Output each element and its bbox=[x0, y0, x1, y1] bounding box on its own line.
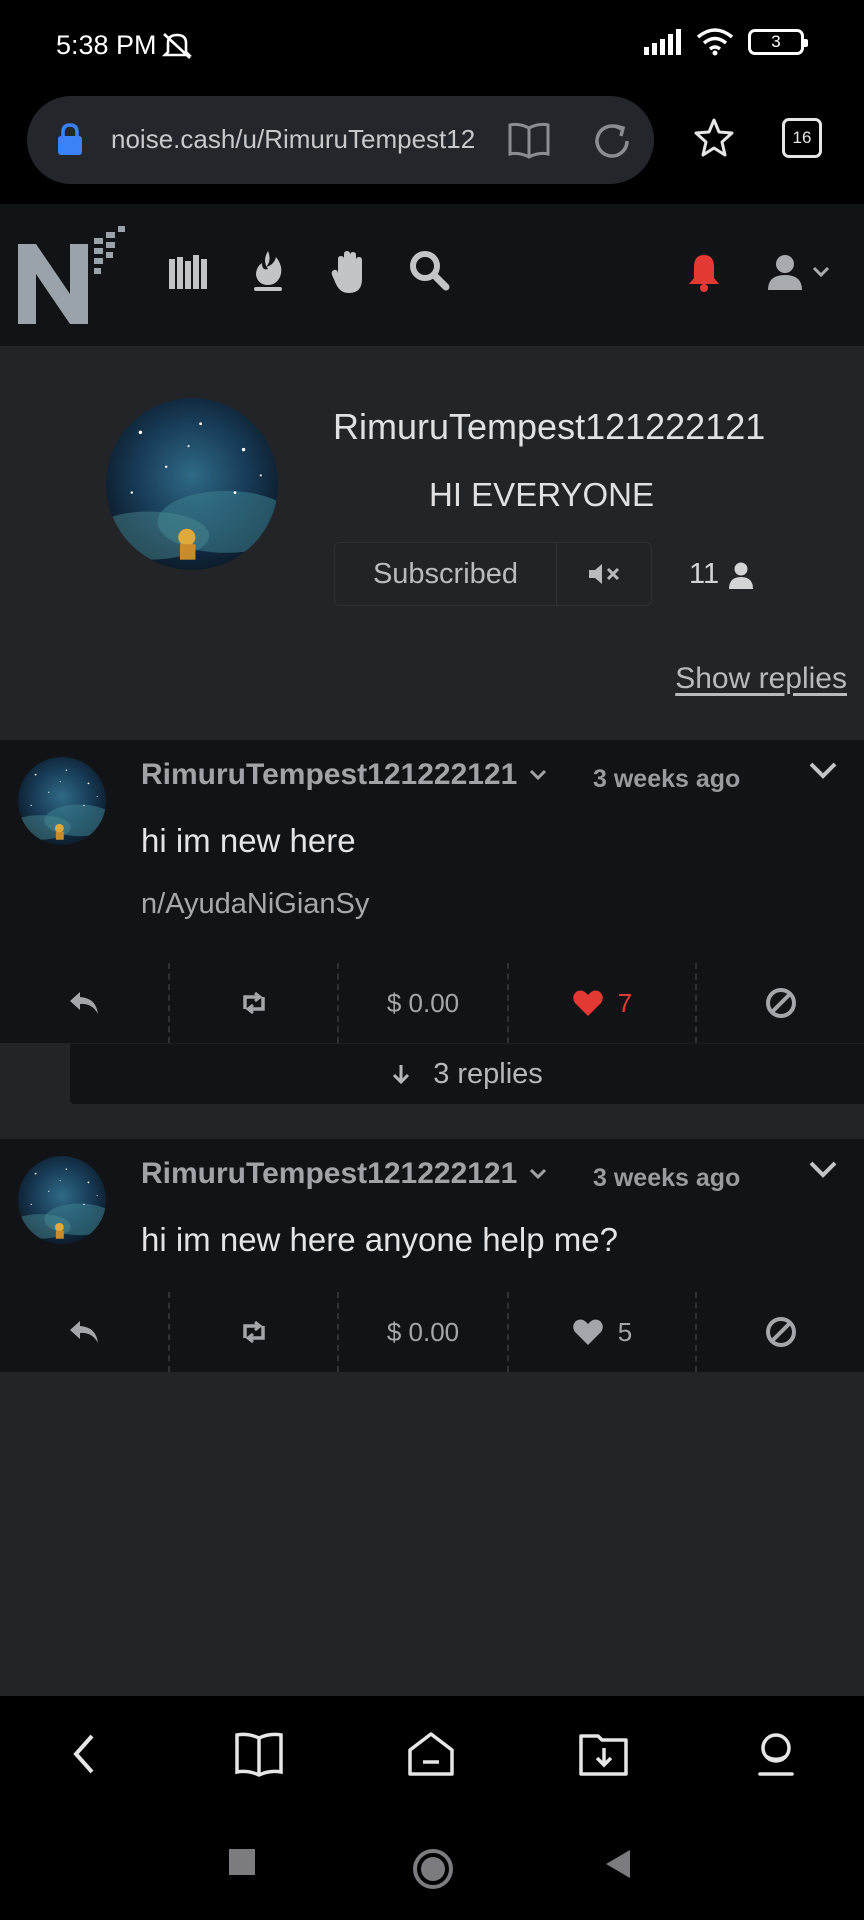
reader-mode-icon[interactable] bbox=[507, 120, 551, 160]
block-button[interactable] bbox=[697, 963, 864, 1043]
reply-icon bbox=[70, 1321, 98, 1343]
block-button[interactable] bbox=[697, 1292, 864, 1372]
like-count: 7 bbox=[617, 987, 633, 1018]
system-nav-bar bbox=[0, 1818, 864, 1920]
post-time[interactable]: 3 weeks ago bbox=[593, 1164, 740, 1193]
post-channel[interactable]: n/AyudaNiGianSy bbox=[141, 888, 369, 921]
wifi-icon bbox=[696, 28, 734, 56]
profile-icon[interactable] bbox=[752, 1730, 800, 1778]
subscriber-count-value: 11 bbox=[689, 558, 720, 590]
chevron-down-icon[interactable] bbox=[808, 761, 838, 781]
replies-toggle[interactable]: 3 replies bbox=[70, 1043, 864, 1104]
noise-logo[interactable] bbox=[14, 218, 126, 328]
tip-button[interactable]: $ 0.00 bbox=[339, 1292, 509, 1372]
show-replies-link[interactable]: Show replies bbox=[675, 662, 847, 696]
signal-icon bbox=[644, 29, 681, 55]
tabs-icon[interactable]: 16 bbox=[782, 118, 822, 158]
like-count: 5 bbox=[617, 1316, 633, 1347]
address-bar[interactable]: noise.cash/u/RimuruTempest12 bbox=[27, 96, 654, 184]
chevron-down-icon bbox=[812, 266, 830, 278]
user-menu[interactable] bbox=[766, 254, 830, 290]
avatar[interactable] bbox=[18, 1156, 106, 1244]
chevron-down-icon[interactable] bbox=[808, 1160, 838, 1180]
repost-icon bbox=[242, 991, 265, 1015]
mute-button[interactable] bbox=[557, 543, 651, 605]
tip-button[interactable]: $ 0.00 bbox=[339, 963, 509, 1043]
repost-button[interactable] bbox=[170, 963, 339, 1043]
user-icon bbox=[768, 255, 802, 290]
block-icon bbox=[765, 1317, 796, 1347]
fire-icon[interactable] bbox=[250, 249, 286, 293]
reload-icon[interactable] bbox=[591, 120, 633, 162]
post-author-name[interactable]: RimuruTempest121222121 bbox=[141, 1157, 517, 1191]
post: RimuruTempest121222121 3 weeks ago hi im… bbox=[0, 740, 864, 1043]
status-bar: 5:38 PM 3 bbox=[0, 0, 864, 92]
reply-button[interactable] bbox=[0, 963, 170, 1043]
post-actions: $ 0.00 5 bbox=[0, 1292, 864, 1372]
post-text: hi im new here bbox=[141, 822, 356, 859]
post-author-name[interactable]: RimuruTempest121222121 bbox=[141, 758, 517, 792]
profile-username: RimuruTempest121222121 bbox=[333, 406, 766, 447]
hand-icon[interactable] bbox=[330, 249, 370, 295]
heart-icon bbox=[572, 1319, 603, 1345]
avatar bbox=[106, 398, 278, 570]
post-channel-prefix: n/ bbox=[141, 888, 166, 920]
subscribe-group: Subscribed bbox=[334, 542, 652, 606]
arrow-down-icon bbox=[393, 1065, 410, 1085]
post-actions: $ 0.00 7 bbox=[0, 963, 864, 1043]
back-triangle-icon[interactable] bbox=[604, 1848, 632, 1880]
home-button-icon[interactable] bbox=[412, 1848, 454, 1890]
bookmarks-icon[interactable] bbox=[234, 1730, 284, 1778]
downloads-icon[interactable] bbox=[578, 1730, 630, 1778]
post-text: hi im new here anyone help me? bbox=[141, 1221, 618, 1258]
like-button[interactable]: 7 bbox=[509, 963, 697, 1043]
recents-icon[interactable] bbox=[228, 1848, 256, 1876]
subscriber-count: 11 bbox=[689, 558, 755, 591]
avatar[interactable] bbox=[18, 757, 106, 845]
reply-icon bbox=[70, 992, 98, 1014]
post-author[interactable]: RimuruTempest121222121 bbox=[141, 1157, 547, 1191]
post-channel-name[interactable]: AyudaNiGianSy bbox=[165, 888, 369, 920]
star-icon[interactable] bbox=[692, 116, 736, 160]
repost-icon bbox=[242, 1320, 265, 1344]
reply-button[interactable] bbox=[0, 1292, 170, 1372]
post-author[interactable]: RimuruTempest121222121 bbox=[141, 758, 547, 792]
profile-section: RimuruTempest121222121 HI EVERYONE Subsc… bbox=[0, 346, 864, 740]
page-background bbox=[0, 1372, 864, 1696]
mute-icon bbox=[589, 564, 620, 584]
bell-icon[interactable] bbox=[686, 252, 722, 292]
subscribed-button[interactable]: Subscribed bbox=[335, 543, 557, 605]
back-icon[interactable] bbox=[68, 1730, 102, 1778]
battery-icon: 3 bbox=[748, 29, 808, 55]
status-icons: 3 bbox=[644, 28, 808, 56]
post: RimuruTempest121222121 3 weeks ago hi im… bbox=[0, 1139, 864, 1372]
library-icon[interactable] bbox=[167, 249, 209, 291]
status-time: 5:38 PM bbox=[56, 30, 157, 60]
chevron-down-icon[interactable] bbox=[529, 1168, 547, 1180]
chevron-down-icon[interactable] bbox=[529, 769, 547, 781]
home-icon[interactable] bbox=[406, 1730, 456, 1778]
like-button[interactable]: 5 bbox=[509, 1292, 697, 1372]
repost-button[interactable] bbox=[170, 1292, 339, 1372]
search-icon[interactable] bbox=[408, 249, 450, 291]
lock-icon bbox=[58, 123, 82, 155]
profile-bio: HI EVERYONE bbox=[429, 476, 654, 513]
site-header bbox=[0, 204, 864, 346]
browser-bottom-bar bbox=[0, 1696, 864, 1818]
block-icon bbox=[765, 988, 796, 1018]
heart-icon bbox=[572, 990, 603, 1016]
browser-bar: noise.cash/u/RimuruTempest12 16 bbox=[0, 92, 864, 204]
replies-count[interactable]: 3 replies bbox=[433, 1058, 543, 1091]
post-time[interactable]: 3 weeks ago bbox=[593, 765, 740, 794]
user-icon bbox=[729, 562, 754, 589]
alarm-off-icon bbox=[160, 30, 194, 65]
url-text[interactable]: noise.cash/u/RimuruTempest12 bbox=[111, 124, 491, 155]
